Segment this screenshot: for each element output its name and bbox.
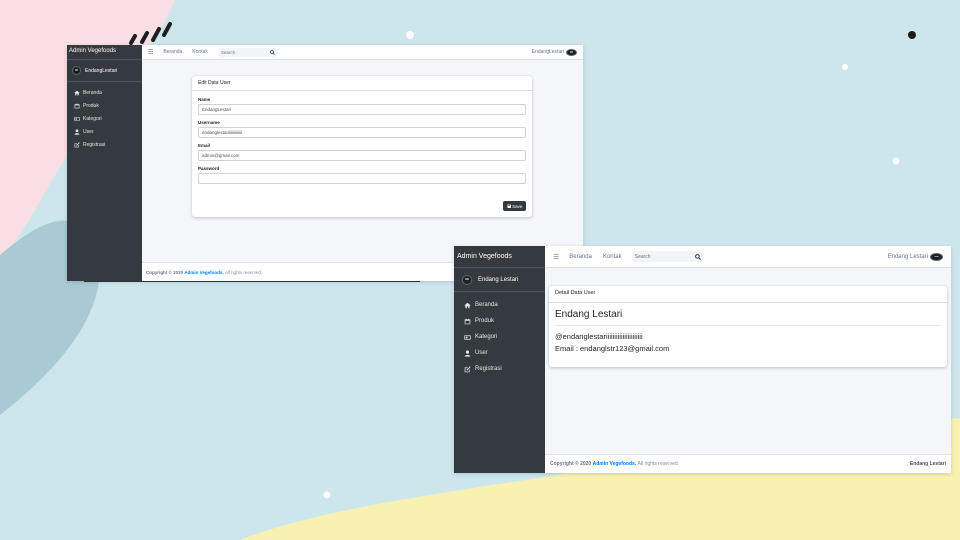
calendar-icon: [74, 103, 80, 108]
dot: [842, 64, 848, 70]
card-icon: [464, 334, 471, 340]
home-icon: [74, 90, 80, 95]
sidebar-item-produk[interactable]: Produk: [67, 99, 142, 112]
avatar: [462, 274, 472, 285]
edit-icon: [464, 365, 471, 372]
user-email: Email : endanglstr123@gmail.com: [555, 344, 670, 353]
rights-text: All rights reserved.: [637, 461, 680, 467]
detail-user-screenshot: Admin Vegefoods Endang Lestari Beranda P…: [454, 246, 951, 473]
sidebar-brand[interactable]: Admin Vegefoods: [67, 45, 142, 60]
name-field[interactable]: [198, 104, 526, 115]
username-field[interactable]: [198, 127, 526, 138]
sidebar-item-registrasi[interactable]: Registrasi: [454, 361, 545, 377]
dot: [892, 157, 900, 165]
copyright-text: Copyright © 2020: [550, 461, 592, 467]
save-button[interactable]: Save: [503, 201, 526, 211]
brand-text: Admin Vegefoods: [69, 48, 117, 54]
sidebar-item-label: User: [83, 128, 94, 135]
sidebar-item-user[interactable]: User: [67, 125, 142, 138]
sidebar-user-panel[interactable]: Endang Lestari: [454, 268, 545, 292]
hamburger-menu-icon[interactable]: ☰: [553, 253, 559, 261]
nav-link-kontak[interactable]: Kontak: [603, 254, 622, 260]
sidebar-item-label: Produk: [475, 318, 495, 324]
sidebar-brand[interactable]: Admin Vegefoods: [454, 246, 545, 268]
edit-icon: [74, 141, 80, 147]
footer-brand-link[interactable]: Admin Vegefoods.: [184, 270, 223, 275]
search-input[interactable]: [631, 253, 693, 260]
search-icon: [695, 253, 702, 260]
search-box: [631, 251, 704, 262]
footer-brand-link[interactable]: Admin Vegefoods.: [593, 461, 637, 467]
topbar-user[interactable]: EndangLestari: [531, 48, 577, 56]
edit-user-card: Edit Data User Name Username Email Passw…: [192, 76, 532, 217]
email-field[interactable]: [198, 150, 526, 161]
sidebar-item-user[interactable]: User: [454, 345, 545, 361]
topbar-avatar: [566, 48, 577, 56]
sidebar-item-label: Registrasi: [475, 366, 502, 372]
card-header: Detail Data User: [549, 286, 947, 303]
page-footer: Copyright © 2020 Admin Vegefoods. All ri…: [545, 454, 951, 473]
card-title: Edit Data User: [198, 80, 231, 86]
hamburger-menu-icon[interactable]: ☰: [148, 49, 153, 56]
detail-user-card: Detail Data User Endang Lestari @endangl…: [549, 286, 947, 367]
brand-text: Admin Vegefoods: [457, 253, 512, 260]
sidebar-user-panel[interactable]: EndangLestari: [67, 60, 142, 82]
sidebar-user-name: EndangLestari: [85, 67, 118, 74]
search-box: [217, 47, 278, 57]
nav-link-beranda[interactable]: Beranda: [569, 254, 592, 260]
sidebar-item-beranda[interactable]: Beranda: [454, 297, 545, 313]
sidebar-item-label: Produk: [83, 102, 99, 109]
dot: [406, 31, 414, 39]
sidebar-item-label: User: [475, 350, 488, 356]
topbar-avatar: [930, 252, 943, 261]
name-label: Name: [198, 97, 211, 102]
calendar-icon: [464, 318, 471, 324]
sidebar-item-produk[interactable]: Produk: [454, 313, 545, 329]
password-label: Password: [198, 166, 220, 171]
email-label: Email: [198, 143, 211, 148]
password-field[interactable]: [198, 173, 526, 184]
sidebar-item-label: Kategori: [475, 334, 498, 340]
search-input[interactable]: [217, 49, 268, 55]
save-icon: [507, 204, 511, 208]
dot: [908, 31, 916, 39]
rights-text: All rights reserved.: [224, 269, 263, 275]
save-label: Save: [512, 203, 523, 209]
card-icon: [74, 116, 80, 121]
topbar-user[interactable]: Endang Lestari: [887, 252, 943, 261]
topbar-user-name: Endang Lestari: [887, 253, 928, 260]
sidebar: Admin Vegefoods EndangLestari Beranda Pr…: [67, 45, 142, 281]
sidebar-item-label: Kategori: [83, 115, 102, 122]
home-icon: [464, 302, 471, 308]
card-title: Detail Data User: [555, 290, 596, 296]
user-full-name: Endang Lestari: [555, 309, 941, 326]
sidebar-item-label: Beranda: [475, 302, 498, 308]
search-button[interactable]: [693, 251, 704, 262]
footer-user-name: Endang Lestari: [909, 461, 946, 467]
search-icon: [270, 49, 276, 55]
sidebar-item-label: Registrasi: [83, 141, 106, 148]
sidebar-item-beranda[interactable]: Beranda: [67, 86, 142, 99]
sidebar-item-kategori[interactable]: Kategori: [454, 329, 545, 345]
nav-link-kontak[interactable]: Kontak: [192, 49, 208, 55]
sidebar-item-label: Beranda: [83, 89, 102, 96]
user-username: @endanglestariiiiiiiiiiiiiiiiiiiiii: [555, 332, 643, 341]
avatar: [72, 66, 81, 75]
dot: [323, 491, 331, 499]
sidebar-item-registrasi[interactable]: Registrasi: [67, 138, 142, 151]
top-navbar: ☰ Beranda Kontak EndangLestari: [142, 45, 583, 60]
sidebar-user-name: Endang Lestari: [478, 276, 519, 283]
username-label: Username: [198, 120, 220, 125]
search-button[interactable]: [268, 48, 278, 57]
card-header: Edit Data User: [192, 76, 532, 91]
copyright-text: Copyright © 2020: [146, 269, 184, 275]
sidebar: Admin Vegefoods Endang Lestari Beranda P…: [454, 246, 545, 473]
sidebar-item-kategori[interactable]: Kategori: [67, 112, 142, 125]
top-navbar: ☰ Beranda Kontak Endang Lestari: [545, 246, 951, 268]
user-icon: [464, 349, 471, 357]
topbar-user-name: EndangLestari: [531, 49, 564, 55]
nav-link-beranda[interactable]: Beranda: [163, 49, 182, 55]
user-icon: [74, 128, 80, 135]
